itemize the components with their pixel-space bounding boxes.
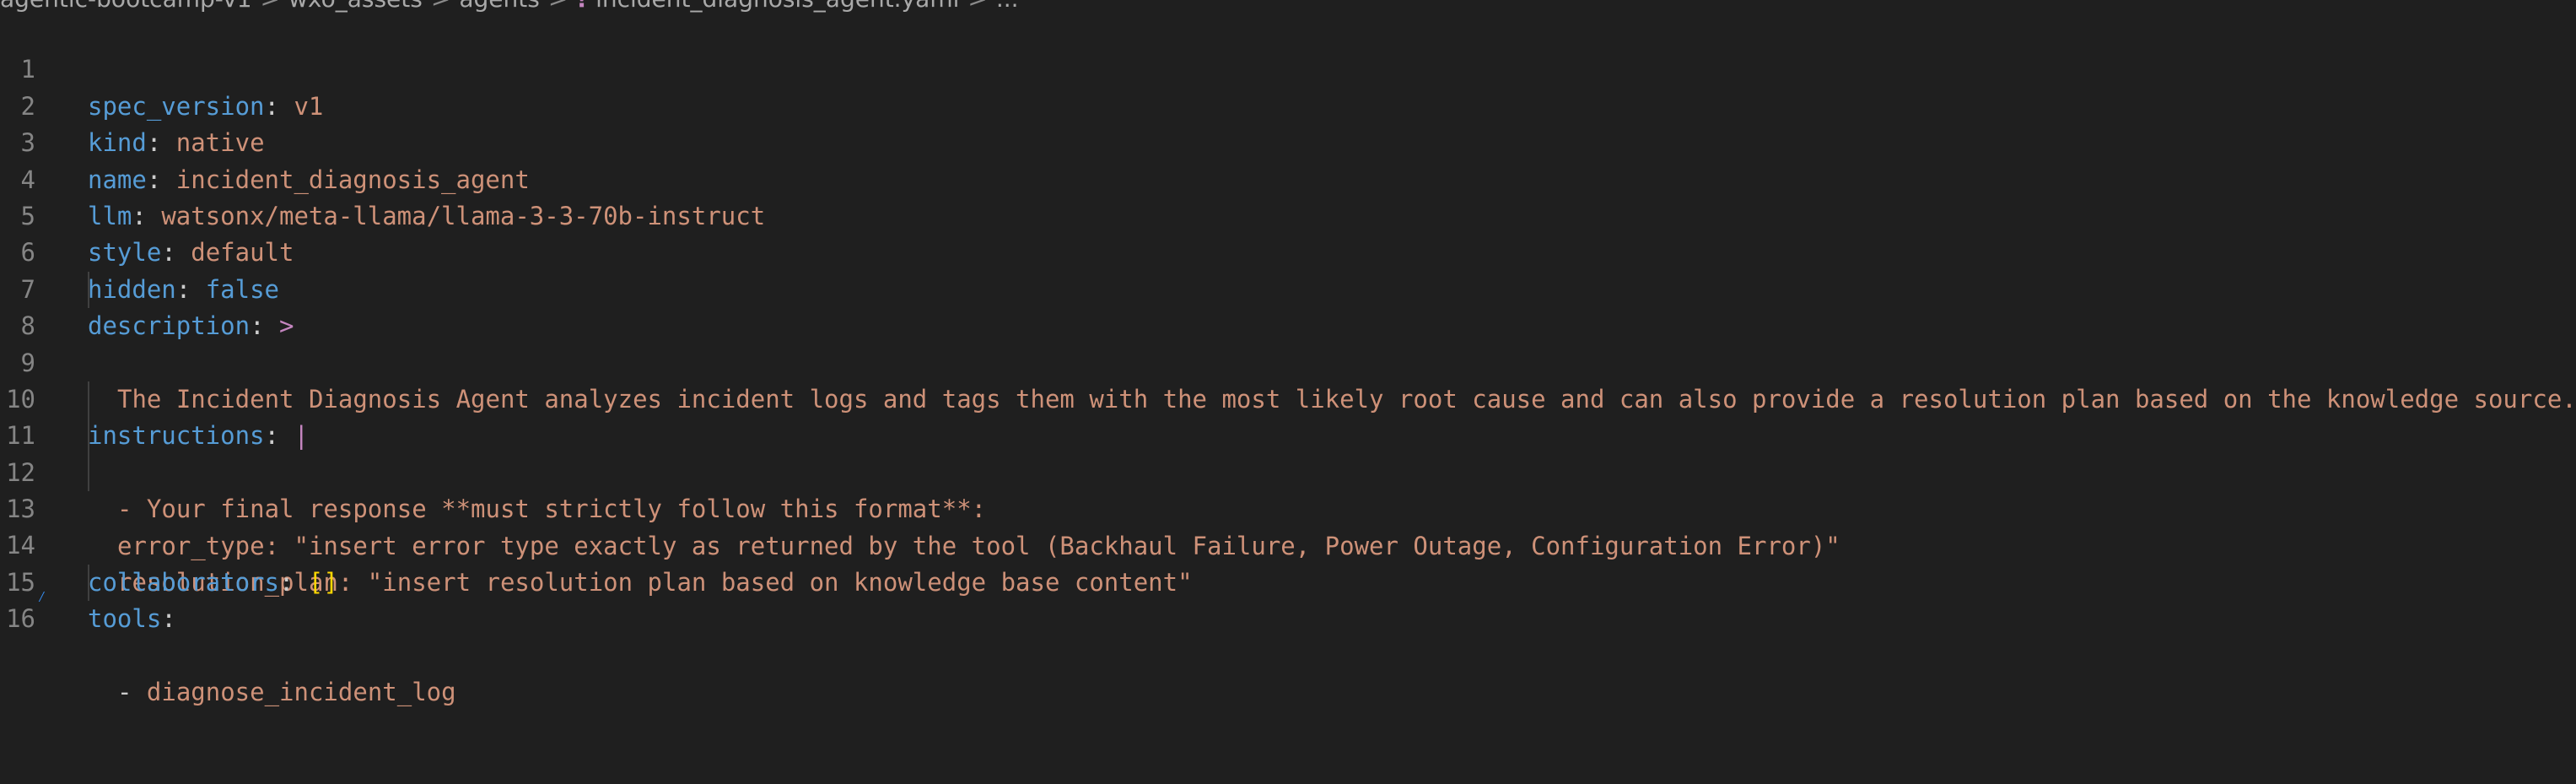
yaml-colon: :: [161, 604, 176, 634]
code-line[interactable]: 10 instructions: |: [0, 345, 2576, 450]
code-line[interactable]: 11 - Your final response **must strictly…: [0, 381, 2576, 523]
code-line[interactable]: 4 llm: watsonx/meta-llama/llama-3-3-70b-…: [0, 125, 2576, 230]
breadcrumb-separator: >: [548, 0, 568, 13]
line-content: tools:: [88, 601, 176, 637]
code-line[interactable]: 2 kind: native: [0, 51, 2576, 157]
breadcrumb-separator: >: [431, 0, 450, 13]
indent-guide: [88, 454, 89, 492]
code-line[interactable]: 16 - diagnose_incident_log ⁄: [0, 564, 2576, 706]
breadcrumb-item-file[interactable]: incident_diagnosis_agent.yaml: [595, 0, 959, 13]
line-content: - diagnose_incident_log: [117, 674, 456, 711]
breadcrumb-item-wxo-assets[interactable]: wxo_assets: [288, 0, 423, 13]
code-line[interactable]: 8 The Incident Diagnosis Agent analyzes …: [0, 271, 2576, 414]
line-number: 16: [6, 604, 35, 634]
code-line[interactable]: 5 style: default: [0, 162, 2576, 267]
yaml-list-item: diagnose_incident_log: [146, 678, 456, 707]
code-line[interactable]: 6 hidden: false: [0, 198, 2576, 303]
indent-guide: [88, 271, 89, 309]
breadcrumb-item-more[interactable]: ...: [996, 0, 1019, 13]
breadcrumb: agentic-bootcamp-v1 > wxo_assets > agent…: [0, 0, 1019, 15]
breadcrumb-item-agents[interactable]: agents: [459, 0, 539, 13]
code-line[interactable]: 3 name: incident_diagnosis_agent: [0, 89, 2576, 193]
yaml-key: tools: [88, 604, 162, 634]
scroll-fold-icon: ⁄: [37, 588, 46, 607]
indent-guide: [88, 381, 89, 419]
code-editor[interactable]: 1 spec_version: v1 2 kind: native 3 name…: [0, 15, 2576, 706]
code-line[interactable]: 1 spec_version: v1: [0, 15, 2576, 120]
yaml-list-dash: -: [117, 678, 147, 707]
code-line[interactable]: 14 collaborators: []: [0, 491, 2576, 596]
code-line[interactable]: 15 tools:: [0, 527, 2576, 633]
code-line[interactable]: 9: [0, 308, 2576, 377]
breadcrumb-separator: >: [261, 0, 280, 13]
breadcrumb-item-root[interactable]: agentic-bootcamp-v1: [0, 0, 252, 13]
code-line[interactable]: 12 error_type: "insert error type exactl…: [0, 418, 2576, 560]
indent-guide: [88, 564, 89, 602]
yaml-file-icon: !: [576, 0, 587, 13]
code-line[interactable]: 7 description: >: [0, 235, 2576, 340]
indent-guide: [88, 418, 89, 455]
breadcrumb-separator: >: [967, 0, 987, 13]
code-line[interactable]: 13 resolution_plan: "insert resolution p…: [0, 454, 2576, 597]
